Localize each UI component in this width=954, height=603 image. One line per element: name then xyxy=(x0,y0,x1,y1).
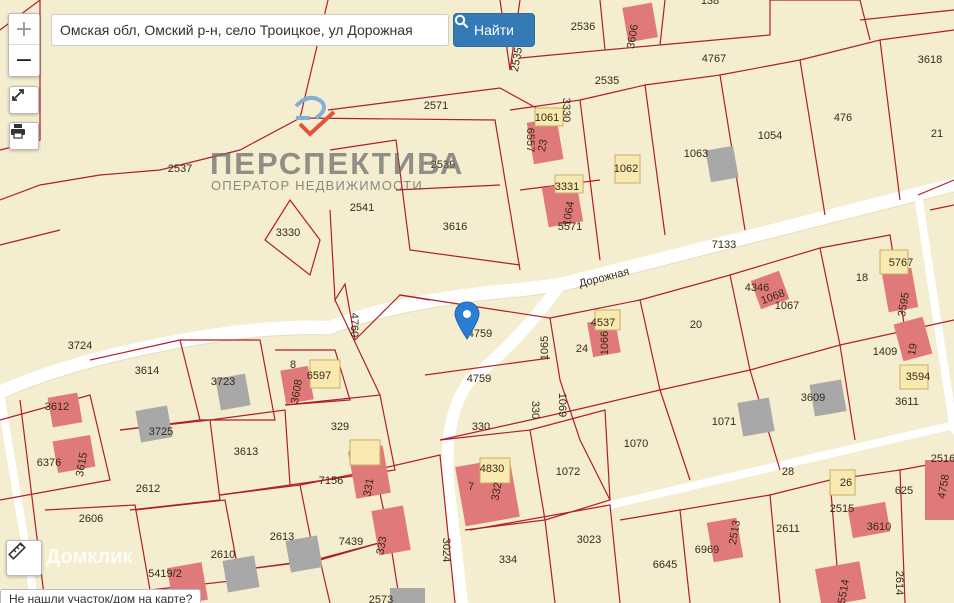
search-button-label: Найти xyxy=(474,22,514,38)
parcel-number-label: 1409 xyxy=(873,346,897,358)
agency-logo-subtitle: ОПЕРАТОР НЕДВИЖИМОСТИ xyxy=(211,178,423,193)
parcel-number-label: 4767 xyxy=(702,53,726,65)
parcel-number-label: 3023 xyxy=(577,534,601,546)
search-button[interactable]: Найти xyxy=(453,13,535,47)
parcel-number-label: 1062 xyxy=(614,163,638,175)
parcel-number-label: 3724 xyxy=(68,340,92,352)
zoom-in-button[interactable]: + xyxy=(9,14,39,44)
parcel-number-label: 7133 xyxy=(712,239,736,251)
address-search-input[interactable] xyxy=(51,14,449,46)
parcel-number-label: 5419/2 xyxy=(148,568,182,580)
parcel-number-label: 3613 xyxy=(234,446,258,458)
parcel-number-label: 1066 xyxy=(599,331,611,355)
parcel-number-label: 3618 xyxy=(918,54,942,66)
parcel-number-label: 3610 xyxy=(867,521,891,533)
parcel-number-label: 2613 xyxy=(270,531,294,543)
parcel-number-label: 21 xyxy=(931,128,943,140)
search-icon xyxy=(454,14,468,28)
parcel-number-label: 4759 xyxy=(467,373,491,385)
parcel-number-label: 7156 xyxy=(319,475,343,487)
parcel-number-label: 28 xyxy=(782,466,794,478)
parcel-number-label: 18 xyxy=(856,272,868,284)
parcel-number-label: 7439 xyxy=(339,536,363,548)
parcel-number-label: 330 xyxy=(472,421,490,433)
parcel-number-label: 138 xyxy=(701,0,719,7)
zoom-control: + − xyxy=(8,13,40,77)
parcel-number-label: 2516 xyxy=(931,453,954,465)
missing-parcel-link[interactable]: Не нашли участок/дом на карте? xyxy=(0,589,202,603)
parcel-number-label: 3611 xyxy=(895,396,919,408)
parcel-number-label: 1067 xyxy=(775,300,799,312)
parcel-number-label: 4537 xyxy=(591,317,615,329)
parcel-number-label: 4760 xyxy=(348,313,360,337)
parcel-number-label: 24 xyxy=(576,343,588,355)
parcel-number-label: 3612 xyxy=(45,401,69,413)
parcel-number-label: 3024 xyxy=(440,538,452,562)
parcel-number-label: 4830 xyxy=(480,463,504,475)
fullscreen-button[interactable] xyxy=(9,86,39,114)
parcel-number-label: 6645 xyxy=(653,559,677,571)
parcel-number-label: 625 xyxy=(895,485,913,497)
parcel-number-label: 2535 xyxy=(595,75,619,87)
parcel-number-label: 3725 xyxy=(149,426,173,438)
print-icon xyxy=(11,124,25,139)
parcel-number-label: 476 xyxy=(834,112,852,124)
parcel-number-label: 2515 xyxy=(830,503,854,515)
parcel-number-label: 6597 xyxy=(307,370,331,382)
map-canvas[interactable]: Дорожная 25362535253525714767 36182537 253… xyxy=(0,0,954,603)
cadastral-map[interactable]: Дорожная 2536 2535 2535 2571 4767 3618 2537 253… xyxy=(0,0,954,603)
parcel-number-label: 330 xyxy=(529,401,541,419)
expand-icon xyxy=(12,89,24,101)
parcel-number-label: 1072 xyxy=(556,466,580,478)
ruler-button[interactable] xyxy=(6,540,42,576)
parcel-number-label: 2541 xyxy=(350,202,374,214)
parcel-number-label: 26 xyxy=(840,477,852,489)
parcel-number-label: 2610 xyxy=(211,549,235,561)
parcel-number-label: 334 xyxy=(499,554,517,566)
buildings xyxy=(47,2,954,603)
agency-logo-title: ПЕРСПЕКТИВА xyxy=(210,146,465,181)
parcel-number-label: 3331 xyxy=(555,181,579,193)
parcel-number-label: 3616 xyxy=(443,221,467,233)
parcel-number-label: 4346 xyxy=(745,282,769,294)
parcel-number-label: 6376 xyxy=(37,457,61,469)
parcel-number-label: 6557 xyxy=(524,128,536,152)
parcel-number-label: 1061 xyxy=(535,112,559,124)
parcel-number-label: 20 xyxy=(690,319,702,331)
print-button[interactable] xyxy=(9,122,39,150)
parcel-number-label: 3614 xyxy=(135,365,159,377)
parcel-number-label: 3330 xyxy=(276,227,300,239)
parcel-number-label: 7 xyxy=(468,481,474,493)
parcel-number-label: 1063 xyxy=(684,148,708,160)
parcel-number-label: 2536 xyxy=(571,21,595,33)
ruler-icon xyxy=(8,542,26,560)
parcel-number-label: 1069 xyxy=(556,393,568,417)
parcel-number-label: 19 xyxy=(906,342,920,356)
parcel-number-label: 23 xyxy=(536,138,550,152)
parcel-number-label: 3723 xyxy=(211,376,235,388)
parcel-number-label: 3594 xyxy=(906,371,930,383)
parcel-number-label: 1070 xyxy=(624,438,648,450)
parcel-number-label: 1054 xyxy=(758,130,782,142)
logo-mark xyxy=(294,95,336,137)
parcel-number-label: 1071 xyxy=(712,416,736,428)
zoom-out-button[interactable]: − xyxy=(9,44,39,75)
parcel-number-label: 2573 xyxy=(369,594,393,603)
parcel-number-label: 3609 xyxy=(801,392,825,404)
parcel-number-label: 5767 xyxy=(889,257,913,269)
parcel-number-label: 3330 xyxy=(560,98,572,122)
parcel-number-label: 2611 xyxy=(776,523,800,535)
domclick-watermark: Домклик xyxy=(46,546,133,568)
parcel-number-label: 2537 xyxy=(168,163,192,175)
parcel-number-label: 8 xyxy=(290,359,296,371)
parcel-number-label: 2535 xyxy=(509,46,525,72)
parcel-number-label: 2571 xyxy=(424,100,448,112)
parcel-number-label: 2614 xyxy=(893,571,905,595)
parcel-number-label: 6969 xyxy=(695,544,719,556)
parcel-number-label: 2612 xyxy=(136,483,160,495)
parcel-number-label: 1065 xyxy=(539,336,551,360)
parcel-number-label: 2606 xyxy=(79,513,103,525)
parcel-number-label: 329 xyxy=(331,421,349,433)
